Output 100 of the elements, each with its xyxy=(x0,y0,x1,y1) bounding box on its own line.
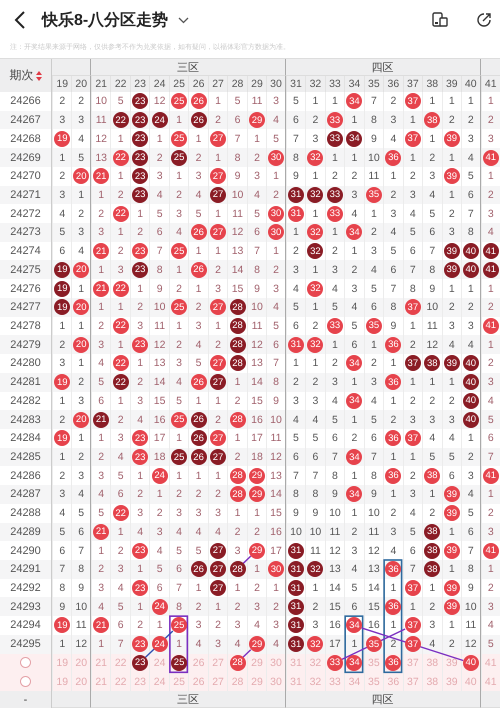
share-icon[interactable] xyxy=(476,12,492,28)
number-option[interactable]: 29 xyxy=(251,656,263,669)
number-option[interactable]: 41 xyxy=(484,676,497,688)
number-option[interactable]: 37 xyxy=(406,676,419,688)
number-ball[interactable]: 34 xyxy=(346,654,362,671)
number-option[interactable]: 31 xyxy=(290,656,302,669)
number-ball: 21 xyxy=(93,243,110,260)
miss-count: 16 xyxy=(154,414,166,426)
miss-count: 1 xyxy=(137,563,144,576)
number-option[interactable]: 39 xyxy=(446,656,458,669)
miss-count: 7 xyxy=(429,245,436,258)
number-option[interactable]: 39 xyxy=(446,676,458,688)
miss-count: 1 xyxy=(176,114,182,126)
number-ball: 38 xyxy=(424,468,440,484)
number-option[interactable]: 24 xyxy=(154,676,166,688)
number-option[interactable]: 35 xyxy=(368,656,380,669)
number-ball: 39 xyxy=(444,168,460,184)
number-ball: 27 xyxy=(210,449,226,466)
miss-count: 11 xyxy=(76,619,87,632)
miss-count: 2 xyxy=(156,507,163,520)
miss-count: 4 xyxy=(176,226,182,238)
number-ball[interactable]: 23 xyxy=(132,654,148,671)
number-option[interactable]: 38 xyxy=(426,676,438,688)
number-option[interactable]: 19 xyxy=(56,676,68,688)
number-ball: 26 xyxy=(190,449,207,466)
miss-count: 5 xyxy=(98,507,104,520)
number-ball: 33 xyxy=(326,318,343,334)
number-ball: 31 xyxy=(288,206,304,222)
number-ball: 25 xyxy=(171,412,188,428)
number-option[interactable]: 20 xyxy=(75,676,88,688)
number-option[interactable]: 21 xyxy=(95,676,108,688)
number-option[interactable]: 32 xyxy=(310,656,322,669)
number-ball: 21 xyxy=(93,524,110,540)
number-option[interactable]: 23 xyxy=(134,676,146,688)
radio-button[interactable] xyxy=(20,657,31,668)
number-ball: 34 xyxy=(346,449,362,466)
miss-count: 17 xyxy=(154,432,166,444)
miss-count: 7 xyxy=(488,451,494,464)
miss-count: 5 xyxy=(273,320,279,332)
miss-count: 5 xyxy=(429,208,436,220)
number-option[interactable]: 31 xyxy=(290,676,302,688)
number-ball[interactable]: 25 xyxy=(171,654,188,671)
miss-count: 1 xyxy=(176,264,182,276)
miss-count: 2 xyxy=(429,394,436,407)
number-option[interactable]: 30 xyxy=(270,676,282,688)
miss-count: 4 xyxy=(468,488,474,500)
number-option[interactable]: 26 xyxy=(192,656,204,669)
miss-count: 18 xyxy=(251,451,263,464)
miss-count: 2 xyxy=(78,376,84,388)
radio-button[interactable] xyxy=(20,676,31,688)
chevron-down-icon[interactable] xyxy=(178,16,190,24)
number-option[interactable]: 35 xyxy=(368,676,380,688)
number-option[interactable]: 29 xyxy=(251,676,263,688)
miss-count: 4 xyxy=(468,338,474,351)
miss-count: 1 xyxy=(137,208,144,220)
miss-count: 15 xyxy=(270,507,282,520)
miss-count: 14 xyxy=(154,376,166,388)
number-ball[interactable]: 36 xyxy=(385,654,402,671)
miss-count: 1 xyxy=(332,226,338,238)
number-option[interactable]: 27 xyxy=(212,656,224,669)
miss-count: 1 xyxy=(390,451,396,464)
number-option[interactable]: 19 xyxy=(56,656,68,669)
number-ball[interactable]: 28 xyxy=(230,654,246,671)
number-option[interactable]: 41 xyxy=(484,656,497,669)
number-option[interactable]: 33 xyxy=(329,676,341,688)
number-ball: 40 xyxy=(462,355,479,372)
number-option[interactable]: 38 xyxy=(426,656,438,669)
miss-count: 9 xyxy=(370,132,377,145)
number-ball[interactable]: 40 xyxy=(462,654,479,671)
number-ball: 32 xyxy=(307,280,324,297)
number-ball: 23 xyxy=(132,186,148,203)
number-option[interactable]: 37 xyxy=(406,656,419,669)
miss-count: 3 xyxy=(410,188,416,201)
number-option[interactable]: 34 xyxy=(348,676,360,688)
number-option[interactable]: 26 xyxy=(192,676,204,688)
number-option[interactable]: 30 xyxy=(270,656,282,669)
number-option[interactable]: 36 xyxy=(388,676,400,688)
miss-count: 9 xyxy=(293,507,299,520)
miss-count: 1 xyxy=(429,582,436,594)
miss-count: 3 xyxy=(448,320,455,332)
number-option[interactable]: 40 xyxy=(464,676,477,688)
number-option[interactable]: 22 xyxy=(114,656,126,669)
miss-count: 1 xyxy=(196,282,202,295)
number-option[interactable]: 22 xyxy=(114,676,126,688)
number-option[interactable]: 24 xyxy=(154,656,166,669)
miss-count: 4 xyxy=(351,208,358,220)
number-option[interactable]: 28 xyxy=(232,676,244,688)
number-ball: 33 xyxy=(326,186,343,203)
miss-count: 1 xyxy=(118,170,124,182)
device-icon[interactable] xyxy=(432,12,448,28)
number-option[interactable]: 32 xyxy=(310,676,322,688)
number-ball: 27 xyxy=(210,168,226,184)
number-option[interactable]: 25 xyxy=(173,676,185,688)
number-option[interactable]: 27 xyxy=(212,676,224,688)
number-ball[interactable]: 33 xyxy=(326,654,343,671)
back-icon[interactable] xyxy=(14,11,26,29)
miss-count: 6 xyxy=(254,226,260,238)
miss-count: 7 xyxy=(293,470,299,482)
number-option[interactable]: 21 xyxy=(95,656,108,669)
number-option[interactable]: 20 xyxy=(75,656,88,669)
